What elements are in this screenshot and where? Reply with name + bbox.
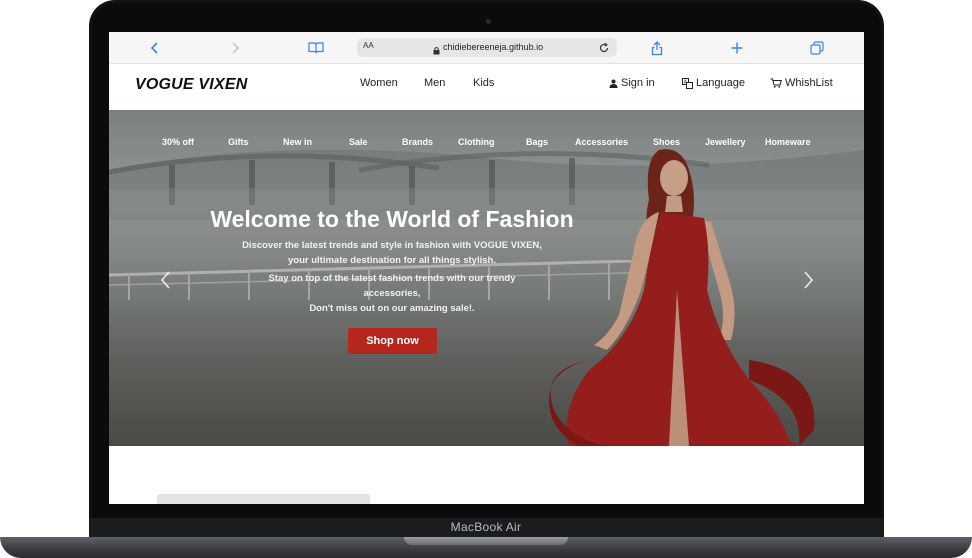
language-label: Language [696, 77, 745, 89]
reload-icon[interactable] [598, 41, 610, 59]
back-icon[interactable] [145, 38, 165, 58]
reader-aa-button[interactable]: AA [363, 41, 374, 50]
category-new-in[interactable]: New in [283, 137, 312, 147]
hero-text-line: Discover the latest trends and style in … [242, 240, 542, 251]
category-bags[interactable]: Bags [526, 137, 548, 147]
url-text: chidiebereeneja.github.io [443, 42, 544, 52]
lock-icon [433, 42, 440, 60]
nav-kids[interactable]: Kids [473, 77, 494, 89]
translate-icon: A [682, 77, 693, 89]
category-sale[interactable]: Sale [349, 137, 368, 147]
cart-icon [770, 78, 782, 88]
nav-women[interactable]: Women [360, 77, 398, 89]
sign-in-label: Sign in [621, 77, 655, 89]
category-clothing[interactable]: Clothing [458, 137, 495, 147]
hero-title: Welcome to the World of Fashion [210, 206, 574, 232]
device-label: MacBook Air [450, 520, 522, 534]
svg-text:A: A [684, 79, 688, 85]
site-logo[interactable]: VOGUE VIXEN [135, 76, 247, 94]
nav-men[interactable]: Men [424, 77, 445, 89]
sign-in-link[interactable]: Sign in [609, 77, 655, 89]
hero-text-line: Don't miss out on our amazing sale!. [309, 303, 475, 314]
language-link[interactable]: A Language [682, 77, 745, 89]
bookmarks-icon[interactable] [306, 38, 326, 58]
category-30-off[interactable]: 30% off [162, 137, 194, 147]
address-bar[interactable]: AA chidiebereeneja.github.io [357, 38, 617, 57]
hero-text-line: your ultimate destination for all things… [288, 255, 496, 266]
new-tab-icon[interactable] [727, 38, 747, 58]
screen: AA chidiebereeneja.github.io VOGUE VIXEN… [109, 32, 864, 504]
laptop-notch [404, 537, 568, 545]
hero-text-line: accessories, [363, 288, 421, 299]
wishlist-link[interactable]: WhishList [770, 77, 833, 89]
category-brands[interactable]: Brands [402, 137, 433, 147]
category-jewellery[interactable]: Jewellery [705, 137, 746, 147]
camera-icon [486, 19, 491, 24]
category-homeware[interactable]: Homeware [765, 137, 811, 147]
carousel-next-icon[interactable] [801, 270, 815, 290]
forward-icon[interactable] [225, 38, 245, 58]
browser-toolbar: AA chidiebereeneja.github.io [109, 32, 864, 64]
content-section [109, 446, 864, 504]
hero-banner: 30% off Gifts New in Sale Brands Clothin… [109, 110, 864, 446]
site-header: VOGUE VIXEN Women Men Kids Sign in A Lan… [109, 64, 864, 110]
category-shoes[interactable]: Shoes [653, 137, 680, 147]
share-icon[interactable] [647, 38, 667, 58]
carousel-prev-icon[interactable] [159, 270, 173, 290]
hero-text-line: Stay on top of the latest fashion trends… [268, 273, 516, 284]
category-accessories[interactable]: Accessories [575, 137, 628, 147]
category-gifts[interactable]: Gifts [228, 137, 249, 147]
shop-now-button[interactable]: Shop now [348, 328, 437, 354]
tabs-icon[interactable] [807, 38, 827, 58]
wishlist-label: WhishList [785, 77, 833, 89]
product-card[interactable] [157, 494, 370, 504]
user-icon [609, 79, 618, 88]
